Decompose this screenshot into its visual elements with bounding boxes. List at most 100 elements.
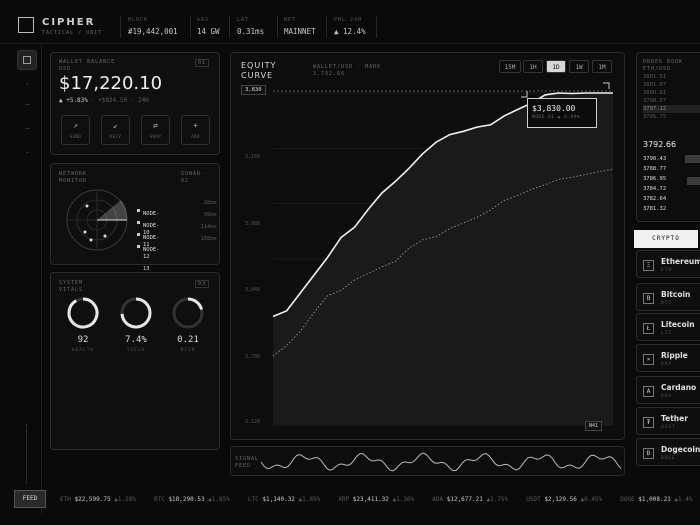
ticker-item[interactable]: BTC $18,290.53 ▲1.85% <box>154 496 230 503</box>
bids-list: 3790.43 3788.77 3786.95 3784.72 3782.64 … <box>643 155 700 215</box>
wallet-sublabel: USD <box>59 66 72 72</box>
litecoin-icon: Ł <box>643 323 654 334</box>
ticker-item[interactable]: USDT $2,129.56 ▲0.45% <box>526 496 602 503</box>
gauge-arc <box>187 297 204 311</box>
orderbook-title: ORDER BOOK <box>643 59 684 65</box>
y-tick-label: 3,980 <box>245 221 260 227</box>
wallet-balance: $17,220.10 <box>59 73 163 94</box>
asks-list: 3801.51 3801.07 3800.81 3798.57 3797.12 … <box>643 73 700 121</box>
y-tick-label: 3,160 <box>245 154 260 160</box>
strip-label-2: FEED <box>235 463 252 469</box>
ask-row[interactable]: 3797.12 <box>643 105 700 113</box>
corner-bracket <box>603 82 610 89</box>
wallet-change-abs: · +$824.50 · 24H <box>91 97 149 104</box>
yield-value: 7.4% <box>125 335 147 345</box>
sidebar-home-button[interactable] <box>17 50 37 70</box>
y-tick-label: 3,700 <box>245 354 260 360</box>
list-item[interactable]: Ł Litecoin LTC <box>636 313 700 341</box>
sidebar-dot-icon[interactable]: · <box>25 148 30 157</box>
tooltip-value: $3,830.00 <box>532 104 576 113</box>
cardano-icon: A <box>643 386 654 397</box>
list-item[interactable]: NODE- 10 28ms <box>137 200 217 236</box>
arrow-down-left-icon: ↙ <box>113 121 118 130</box>
tooltip-sub: NODE 01 ▲ 6.99% <box>532 115 581 120</box>
orderbook-pair: ETH/USD <box>643 66 672 72</box>
app-subtitle: TACTICAL / UNIT <box>42 30 103 36</box>
list-item[interactable]: NODE- 13 158ms <box>137 236 217 272</box>
list-item[interactable]: B Bitcoin BTC <box>636 283 700 311</box>
gauge-arc <box>67 297 99 329</box>
ticker-item[interactable]: ADA $12,677.21 ▲1.75% <box>432 496 508 503</box>
signal-wave <box>261 452 622 472</box>
list-item[interactable]: A Cardano ADA <box>636 376 700 404</box>
bid-row[interactable]: 3788.77 <box>643 165 700 175</box>
wallet-label: WALLET BALANCE <box>59 59 116 65</box>
list-item[interactable]: ₮ Tether USDT <box>636 407 700 435</box>
yield-label: YIELD <box>126 348 146 353</box>
system-vitals-panel: SYSTEM VITALS 03 92 HEALTH 7.4% YIELD 0.… <box>50 272 220 450</box>
depth-bar <box>687 177 700 185</box>
sidebar-dot-icon[interactable]: · <box>25 80 30 89</box>
risk-value: 0.21 <box>177 335 199 345</box>
signal-strip: SIGNAL FEED <box>230 446 625 476</box>
bid-row[interactable]: 3784.72 <box>643 185 700 195</box>
strip-label: SIGNAL <box>235 456 260 462</box>
ask-row[interactable]: 3795.75 <box>643 113 700 121</box>
tab-crypto[interactable]: CRYPTO <box>634 230 698 248</box>
sidebar-scale <box>26 424 30 484</box>
list-item[interactable]: × Ripple XRP <box>636 344 700 372</box>
ticker-item[interactable]: LTC $1,140.32 ▲1.85% <box>248 496 320 503</box>
wallet-panel: WALLET BALANCE USD 01 $17,220.10 ▲ +5.83… <box>50 52 220 155</box>
chart-bottom-label: N41 <box>585 421 603 431</box>
top-bar: CIPHER TACTICAL / UNIT BLOCK #19,442,001 … <box>0 0 700 44</box>
arrow-up-right-icon: ↗ <box>73 121 78 130</box>
equity-chart-panel: EQUITY CURVE WALLET/USD · MARK 3,792.66 … <box>230 52 625 440</box>
mid-price: 3792.66 <box>643 140 677 149</box>
send-button[interactable]: ↗ SEND <box>61 115 90 145</box>
network-monitor-panel: NETWORK MONITOR SONAR- 02 NODE- 10 28ms NO… <box>50 163 220 272</box>
ask-row[interactable]: 3801.51 <box>643 73 700 81</box>
bid-row[interactable]: 3781.32 <box>643 205 700 215</box>
order-book-panel: ORDER BOOK ETH/USD 3801.51 3801.07 3800.… <box>636 52 700 222</box>
network-title-2: MONITOR <box>59 178 88 184</box>
ticker-item[interactable]: XRP $23,411.32 ▲1.36% <box>338 496 414 503</box>
ticker-item[interactable]: ETH $22,599.75 ▲1.28% <box>60 496 136 503</box>
plus-icon: + <box>193 121 198 130</box>
health-value: 92 <box>77 335 89 345</box>
ticker-item[interactable]: DOGE $1,008.21 ▲1.4% <box>620 496 692 503</box>
bid-row[interactable]: 3782.64 <box>643 195 700 205</box>
tether-icon: ₮ <box>643 417 654 428</box>
sidebar: · – – · <box>0 44 42 514</box>
wallet-tag: 01 <box>195 59 210 67</box>
list-item[interactable]: NODE- 12 114ms <box>137 224 217 260</box>
list-item[interactable]: Ξ Ethereum ETH <box>636 250 700 278</box>
network-title: NETWORK <box>59 171 88 177</box>
stat-block: BLOCK #19,442,001 <box>128 17 178 36</box>
list-item[interactable]: Ð Dogecoin DOGE <box>636 438 700 466</box>
bitcoin-icon: B <box>643 293 654 304</box>
risk-label: RISK <box>180 348 196 353</box>
health-label: HEALTH <box>71 348 95 353</box>
receive-button[interactable]: ↙ RECV <box>101 115 130 145</box>
radar-icon <box>66 189 128 251</box>
ticker-strip: ETH $22,599.75 ▲1.28% BTC $18,290.53 ▲1.… <box>60 496 692 503</box>
ask-row[interactable]: 3801.07 <box>643 81 700 89</box>
chart-top-label: 3,830 <box>241 85 266 95</box>
node-list: NODE- 10 28ms NODE- 11 99ms NODE- 12 114ms NOD… <box>137 200 217 272</box>
list-item[interactable]: NODE- 11 99ms <box>137 212 217 248</box>
app-title: CIPHER <box>42 17 96 28</box>
logo-icon <box>18 17 34 33</box>
sidebar-dot-icon[interactable]: – <box>25 100 30 109</box>
network-meta: SONAR- <box>181 171 206 177</box>
swap-icon: ⇄ <box>153 121 158 130</box>
swap-button[interactable]: ⇄ SWAP <box>141 115 170 145</box>
sidebar-dot-icon[interactable]: – <box>25 124 30 133</box>
ask-row[interactable]: 3798.57 <box>643 97 700 105</box>
dogecoin-icon: Ð <box>643 448 654 459</box>
stat-gas: GAS 14 GW <box>197 17 220 36</box>
ask-row[interactable]: 3800.81 <box>643 89 700 97</box>
feed-button[interactable]: FEED <box>14 490 46 508</box>
stat-pnl: PNL 24H ▲ 12.4% <box>334 17 366 36</box>
add-button[interactable]: + ADD <box>181 115 210 145</box>
depth-bar <box>685 155 700 163</box>
